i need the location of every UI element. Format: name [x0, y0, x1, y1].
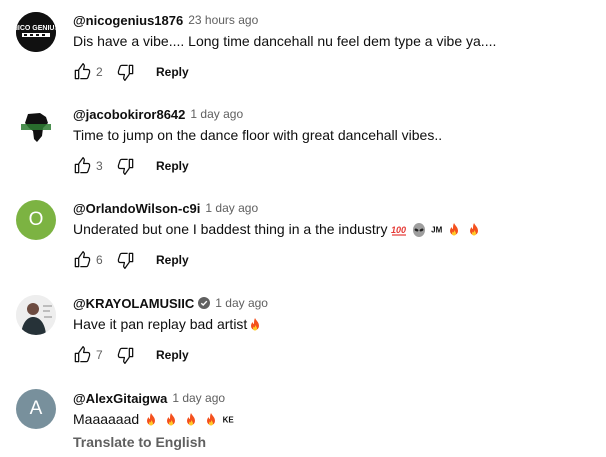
avatar-africa-map-icon	[21, 113, 51, 142]
thumb-down-icon	[116, 345, 136, 365]
timestamp[interactable]: 1 day ago	[205, 201, 258, 215]
dislike-button[interactable]	[114, 248, 138, 272]
dislike-button[interactable]	[114, 343, 138, 367]
like-button[interactable]	[70, 154, 94, 178]
flag-emoji-label: KE	[222, 415, 234, 425]
dislike-button[interactable]	[114, 60, 138, 84]
comment-actions: 7 Reply	[70, 343, 189, 367]
comment-text-body: Underated but one I baddest thing in a t…	[73, 221, 388, 237]
fire-emoji	[143, 412, 159, 428]
comment-item: @KRAYOLAMUSIIC 1 day ago Have it pan rep…	[0, 294, 606, 374]
avatar-person-photo-icon	[16, 295, 56, 335]
reply-button[interactable]: Reply	[156, 253, 189, 267]
fire-emoji	[466, 222, 482, 238]
comment-item: A @AlexGitaigwa 1 day ago Maaaaaad KE Tr…	[0, 389, 606, 457]
avatar[interactable]: NICO GENIUS	[16, 12, 56, 52]
fire-emoji	[446, 222, 462, 238]
like-count: 2	[96, 65, 103, 79]
author-name[interactable]: @KRAYOLAMUSIIC	[73, 296, 194, 311]
comment-actions: 3 Reply	[70, 154, 189, 178]
comment-actions: 2 Reply	[70, 60, 189, 84]
comment-header: @jacobokiror8642 1 day ago	[73, 105, 243, 123]
reply-button[interactable]: Reply	[156, 65, 189, 79]
flag-emoji-label: JM	[431, 225, 443, 235]
author-name[interactable]: @jacobokiror8642	[73, 107, 185, 122]
author-name[interactable]: @nicogenius1876	[73, 13, 183, 28]
thumb-up-icon	[72, 156, 92, 176]
comment-text: Have it pan replay bad artist	[73, 314, 263, 334]
thumb-down-icon	[116, 156, 136, 176]
comment-header: @OrlandoWilson-c9i 1 day ago	[73, 199, 258, 217]
like-count: 7	[96, 348, 103, 362]
comment-header: @AlexGitaigwa 1 day ago	[73, 389, 225, 407]
like-button[interactable]	[70, 343, 94, 367]
fire-emoji	[247, 317, 263, 333]
fire-emoji	[183, 412, 199, 428]
comment-text-body: Maaaaaad	[73, 411, 140, 427]
like-count: 6	[96, 253, 103, 267]
avatar[interactable]: A	[16, 389, 56, 429]
comment-header: @nicogenius1876 23 hours ago	[73, 11, 258, 29]
thumb-up-icon	[72, 345, 92, 365]
dislike-button[interactable]	[114, 154, 138, 178]
comment-text: Time to jump on the dance floor with gre…	[73, 127, 443, 143]
avatar[interactable]	[16, 106, 56, 146]
author-name[interactable]: @OrlandoWilson-c9i	[73, 201, 200, 216]
avatar-logo-icon: NICO GENIUS	[16, 12, 56, 52]
timestamp[interactable]: 1 day ago	[190, 107, 243, 121]
comment-text: Dis have a vibe.... Long time dancehall …	[73, 33, 497, 49]
comment-text-body: Have it pan replay bad artist	[73, 316, 248, 332]
avatar[interactable]: O	[16, 200, 56, 240]
avatar[interactable]	[16, 295, 56, 335]
author-name[interactable]: @AlexGitaigwa	[73, 391, 167, 406]
avatar-letter: A	[29, 398, 43, 419]
like-button[interactable]	[70, 248, 94, 272]
comment-item: @jacobokiror8642 1 day ago Time to jump …	[0, 105, 606, 185]
fire-emoji	[203, 412, 219, 428]
alien-emoji	[413, 223, 426, 238]
thumb-down-icon	[116, 250, 136, 270]
reply-button[interactable]: Reply	[156, 159, 189, 173]
thumb-up-icon	[72, 62, 92, 82]
comment-text: Underated but one I baddest thing in a t…	[73, 219, 482, 240]
reply-button[interactable]: Reply	[156, 348, 189, 362]
timestamp[interactable]: 1 day ago	[172, 391, 225, 405]
svg-text:NICO GENIUS: NICO GENIUS	[16, 25, 56, 32]
timestamp[interactable]: 23 hours ago	[188, 13, 258, 27]
avatar-letter: O	[28, 209, 44, 230]
timestamp[interactable]: 1 day ago	[215, 296, 268, 310]
svg-text:100: 100	[391, 225, 406, 235]
comment-item: NICO GENIUS @nicogenius1876 23 hours ago…	[0, 11, 606, 91]
thumb-down-icon	[116, 62, 136, 82]
verified-check-icon	[198, 297, 211, 309]
like-count: 3	[96, 159, 103, 173]
translate-button[interactable]: Translate to English	[73, 434, 206, 450]
comment-header: @KRAYOLAMUSIIC 1 day ago	[73, 294, 268, 312]
like-button[interactable]	[70, 60, 94, 84]
thumb-up-icon	[72, 250, 92, 270]
comment-actions: 6 Reply	[70, 248, 189, 272]
fire-emoji	[163, 412, 179, 428]
comment-text: Maaaaaad KE	[73, 409, 234, 430]
hundred-points-emoji: 100	[391, 225, 406, 236]
comment-item: O @OrlandoWilson-c9i 1 day ago Underated…	[0, 199, 606, 279]
